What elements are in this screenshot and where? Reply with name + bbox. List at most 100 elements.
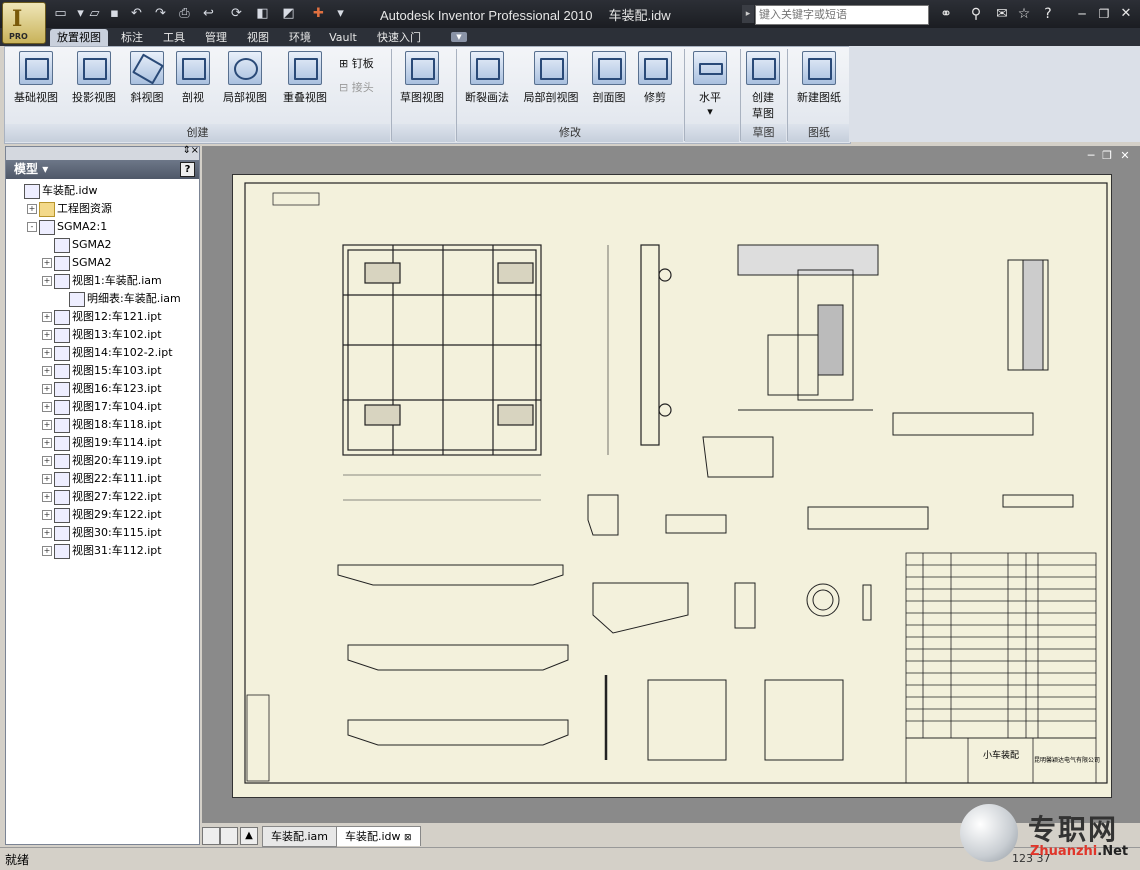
connector-button[interactable]: ⊟ 接头: [339, 79, 391, 95]
close-icon[interactable]: ✕: [1116, 5, 1136, 23]
crop-button[interactable]: 修剪: [637, 51, 673, 105]
tree-node[interactable]: + 视图29:车122.ipt: [6, 506, 199, 523]
tree-node[interactable]: + 视图22:车111.ipt: [6, 470, 199, 487]
break-button[interactable]: 断裂画法: [461, 51, 513, 105]
expand-icon[interactable]: +: [42, 420, 52, 430]
maximize-icon[interactable]: ❐: [1094, 5, 1114, 23]
tree-node[interactable]: + 视图27:车122.ipt: [6, 488, 199, 505]
tab-menu-icon[interactable]: ▲: [240, 827, 258, 845]
draft-view-button[interactable]: 草图视图: [397, 51, 447, 105]
doc-tab-iam[interactable]: 车装配.iam: [262, 826, 338, 847]
horizontal-button[interactable]: 水平 ▾: [689, 51, 731, 118]
minimize-icon[interactable]: ─: [1072, 5, 1092, 23]
create-sketch-button[interactable]: 创建 草图: [743, 51, 783, 121]
new-icon[interactable]: ▭: [52, 6, 69, 21]
expand-icon[interactable]: +: [42, 258, 52, 268]
open-icon[interactable]: ▱: [86, 6, 103, 21]
tree-node[interactable]: + 视图18:车118.ipt: [6, 416, 199, 433]
cascade-icon[interactable]: [202, 827, 220, 845]
tree-node[interactable]: + SGMA2: [6, 254, 199, 271]
tree-node[interactable]: - SGMA2:1: [6, 218, 199, 235]
tab-environments[interactable]: 环境: [280, 29, 320, 46]
drawing-canvas[interactable]: ─ ❐ ✕ 小车装配 昆明馨颖达电气有限公司: [202, 146, 1140, 823]
projected-view-button[interactable]: 投影视图: [69, 51, 119, 105]
tab-annotate[interactable]: 标注: [112, 29, 152, 46]
expand-icon[interactable]: +: [42, 402, 52, 412]
undo-icon[interactable]: ↶: [128, 6, 145, 21]
expand-icon[interactable]: +: [42, 348, 52, 358]
expand-icon[interactable]: +: [42, 456, 52, 466]
expand-icon[interactable]: +: [42, 528, 52, 538]
tree-node[interactable]: + 视图19:车114.ipt: [6, 434, 199, 451]
ribbon-minimize-icon[interactable]: ▼: [451, 32, 467, 42]
doc-close-icon[interactable]: ✕: [1118, 150, 1132, 162]
expand-icon[interactable]: +: [42, 276, 52, 286]
tree-node[interactable]: + 视图15:车103.ipt: [6, 362, 199, 379]
tree-node[interactable]: + 视图31:车112.ipt: [6, 542, 199, 559]
tab-manage[interactable]: 管理: [196, 29, 236, 46]
expand-icon[interactable]: +: [27, 204, 37, 214]
expand-icon[interactable]: +: [42, 330, 52, 340]
browser-grip[interactable]: ⇕ ×: [6, 145, 199, 160]
expand-icon[interactable]: +: [42, 510, 52, 520]
doc-minimize-icon[interactable]: ─: [1084, 150, 1098, 162]
tree-node[interactable]: + 视图14:车102-2.ipt: [6, 344, 199, 361]
doc-tab-idw[interactable]: 车装配.idw ⊠: [336, 826, 421, 846]
help-icon[interactable]: ?: [1038, 5, 1058, 23]
detail-view-button[interactable]: 局部视图: [219, 51, 271, 105]
auxiliary-view-button[interactable]: 斜视图: [125, 51, 169, 105]
save-icon[interactable]: ▪: [106, 6, 123, 21]
tree-node[interactable]: + 视图30:车115.ipt: [6, 524, 199, 541]
tree-node[interactable]: + 视图17:车104.ipt: [6, 398, 199, 415]
select-icon[interactable]: ◧: [254, 6, 271, 21]
return-icon[interactable]: ↩: [200, 6, 217, 21]
overlay-view-button[interactable]: 重叠视图: [279, 51, 331, 105]
update-icon[interactable]: ⟳: [228, 6, 245, 21]
expand-icon[interactable]: +: [42, 366, 52, 376]
expand-icon[interactable]: +: [42, 312, 52, 322]
tile-icon[interactable]: [220, 827, 238, 845]
new-sheet-button[interactable]: 新建图纸: [791, 51, 847, 105]
search-expand-icon[interactable]: ▸: [742, 5, 754, 23]
redo-icon[interactable]: ↷: [152, 6, 169, 21]
break-out-button[interactable]: 局部剖视图: [519, 51, 583, 105]
expand-icon[interactable]: +: [42, 384, 52, 394]
tree-node[interactable]: + 视图12:车121.ipt: [6, 308, 199, 325]
tree-node[interactable]: 车装配.idw: [6, 182, 199, 199]
application-menu-button[interactable]: I PRO: [2, 2, 46, 44]
subscription-icon[interactable]: ⚲: [966, 5, 986, 23]
expand-icon[interactable]: +: [42, 492, 52, 502]
tab-vault[interactable]: Vault: [322, 29, 364, 46]
tree-node[interactable]: SGMA2: [6, 236, 199, 253]
drawing-sheet[interactable]: 小车装配 昆明馨颖达电气有限公司: [232, 174, 1112, 798]
base-view-button[interactable]: 基础视图: [11, 51, 61, 105]
qat-dropdown-icon[interactable]: ▾: [332, 6, 349, 21]
section-view-button[interactable]: 剖视: [173, 51, 213, 105]
slice-button[interactable]: 剖面图: [589, 51, 629, 105]
tree-node[interactable]: + 视图16:车123.ipt: [6, 380, 199, 397]
search-box[interactable]: [755, 5, 929, 25]
browser-close-icon[interactable]: ×: [191, 145, 199, 156]
collapse-icon[interactable]: -: [27, 222, 37, 232]
tab-close-icon[interactable]: ⊠: [404, 833, 412, 843]
tab-get-started[interactable]: 快速入门: [368, 29, 430, 46]
communication-icon[interactable]: ✉: [992, 5, 1012, 23]
tab-view[interactable]: 视图: [238, 29, 278, 46]
tree-node[interactable]: + 工程图资源: [6, 200, 199, 217]
browser-help-icon[interactable]: ?: [180, 162, 195, 177]
search-input[interactable]: [756, 6, 928, 22]
tree-node[interactable]: + 视图13:车102.ipt: [6, 326, 199, 343]
binoculars-icon[interactable]: ⚭: [936, 5, 956, 23]
favorites-icon[interactable]: ☆: [1014, 5, 1034, 23]
expand-icon[interactable]: +: [42, 474, 52, 484]
tree-node[interactable]: 明细表:车装配.iam: [6, 290, 199, 307]
add-icon[interactable]: ✚: [310, 6, 327, 21]
browser-header[interactable]: 模型 ▾ ?: [6, 160, 199, 179]
nailboard-button[interactable]: ⊞ 钉板: [339, 55, 391, 71]
tree-node[interactable]: + 视图20:车119.ipt: [6, 452, 199, 469]
doc-restore-icon[interactable]: ❐: [1100, 150, 1114, 162]
tree-node[interactable]: + 视图1:车装配.iam: [6, 272, 199, 289]
component-icon[interactable]: ◩: [280, 6, 297, 21]
tab-place-views[interactable]: 放置视图: [50, 29, 108, 46]
expand-icon[interactable]: +: [42, 546, 52, 556]
